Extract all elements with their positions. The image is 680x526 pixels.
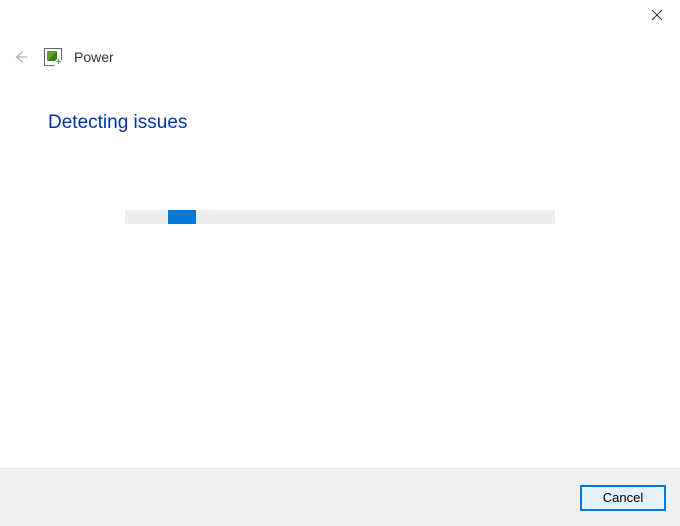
page-heading: Detecting issues	[48, 112, 632, 134]
titlebar	[0, 0, 680, 32]
progress-bar	[125, 210, 555, 224]
back-button[interactable]	[10, 46, 32, 68]
power-troubleshooter-icon	[44, 48, 62, 66]
progress-track	[125, 210, 555, 224]
troubleshooter-name: Power	[74, 49, 114, 65]
close-button[interactable]	[634, 0, 680, 30]
back-arrow-icon	[12, 48, 30, 66]
header: Power	[0, 32, 680, 68]
close-icon	[651, 9, 663, 21]
footer: Cancel	[0, 468, 680, 526]
progress-indicator	[168, 210, 196, 224]
content: Detecting issues	[0, 68, 680, 224]
cancel-button[interactable]: Cancel	[580, 485, 666, 511]
